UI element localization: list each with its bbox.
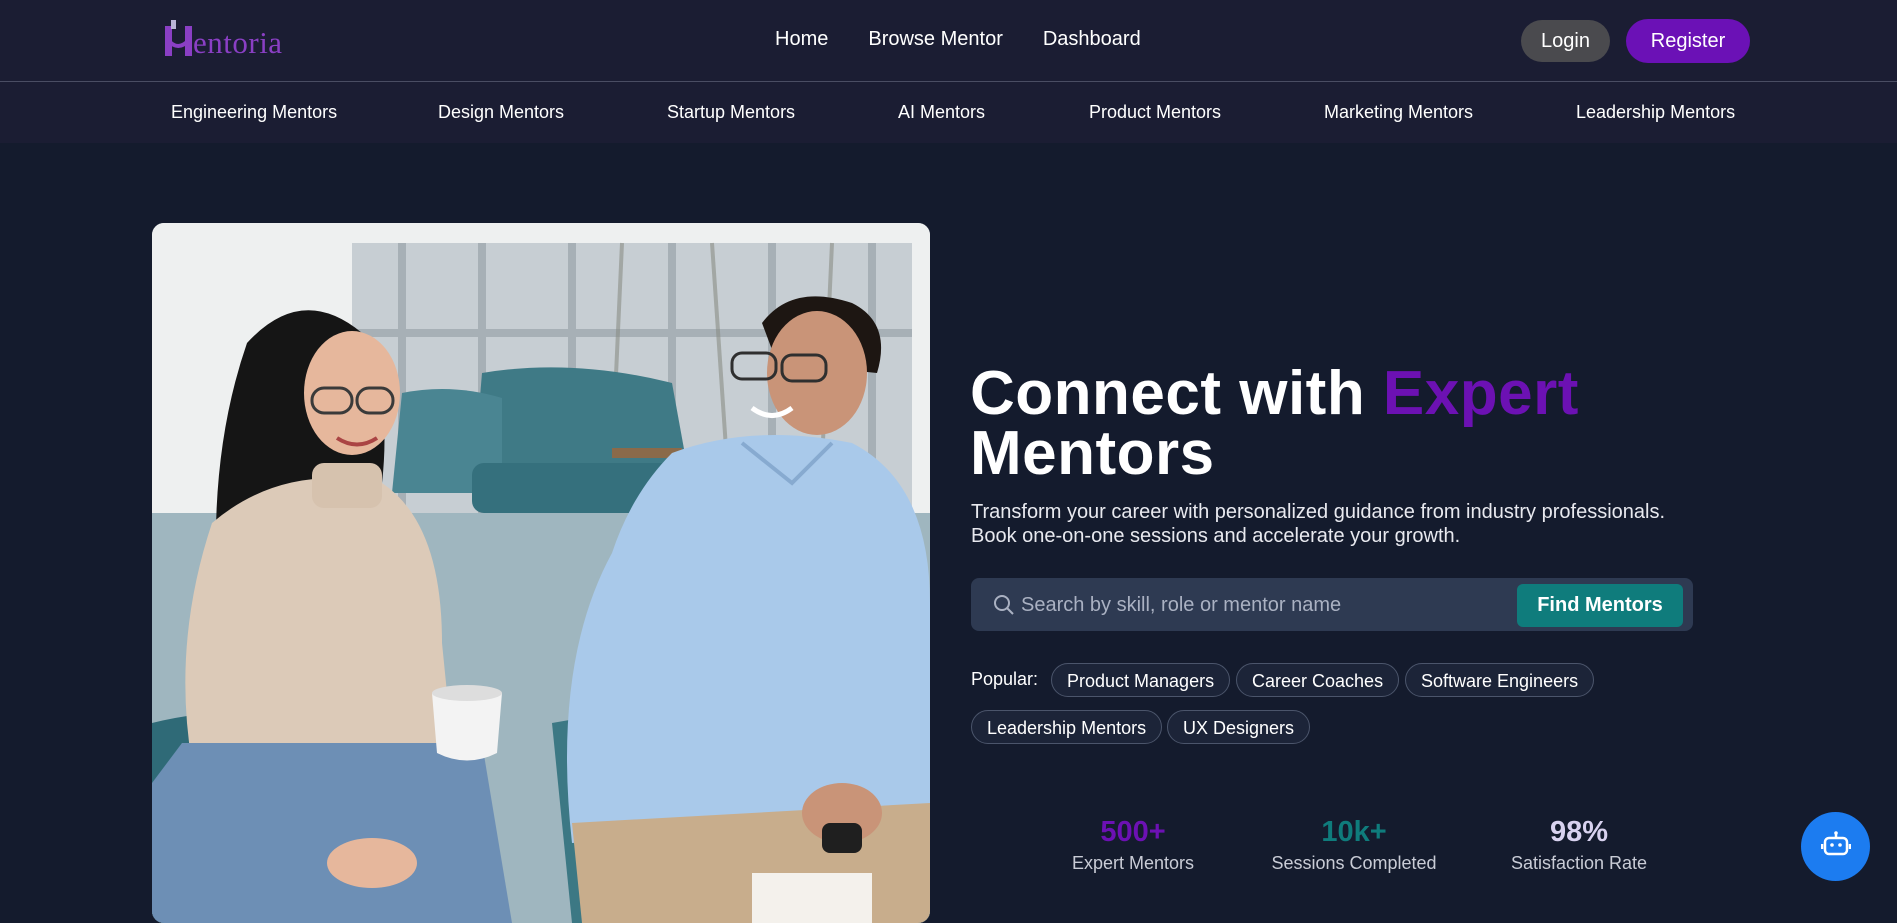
brand-logo[interactable]: entoria [163, 14, 283, 62]
stat-satisfaction-rate: 98% Satisfaction Rate [1505, 816, 1653, 874]
brand-name: entoria [193, 25, 283, 60]
stat-value: 10k+ [1321, 816, 1387, 848]
headline-accent: Expert [1382, 359, 1579, 428]
stat-value: 500+ [1100, 816, 1166, 848]
stat-label: Sessions Completed [1271, 853, 1437, 873]
category-marketing-mentors[interactable]: Marketing Mentors [1324, 102, 1473, 123]
stat-label: Expert Mentors [1071, 853, 1195, 873]
popular-tag-product-managers[interactable]: Product Managers [1051, 663, 1231, 697]
category-product-mentors[interactable]: Product Mentors [1089, 102, 1221, 123]
stat-sessions-completed: 10k+ Sessions Completed [1267, 816, 1441, 874]
search-input[interactable] [1019, 578, 1483, 633]
hero-mentoring-photo [152, 223, 930, 923]
robot-icon [1820, 830, 1851, 863]
nav-browse-mentor-link[interactable]: Browse Mentor [868, 28, 1003, 51]
search-icon [993, 594, 1015, 616]
hero-headline: Connect with Expert Mentors [970, 363, 1690, 485]
category-design-mentors[interactable]: Design Mentors [438, 102, 564, 123]
mentor-search-bar: Find Mentors [971, 578, 1693, 633]
register-button[interactable]: Register [1626, 19, 1750, 63]
top-navbar: entoria Home Browse Mentor Dashboard Log… [0, 0, 1897, 82]
main-nav: Home Browse Mentor Dashboard [775, 28, 1141, 51]
find-mentors-button[interactable]: Find Mentors [1517, 584, 1683, 627]
logo-mark-icon [163, 18, 201, 62]
headline-text-2: Mentors [970, 419, 1215, 488]
stat-label: Satisfaction Rate [1510, 853, 1648, 873]
popular-tag-ux-designers[interactable]: UX Designers [1167, 710, 1311, 744]
category-leadership-mentors[interactable]: Leadership Mentors [1576, 102, 1735, 123]
nav-home-link[interactable]: Home [775, 28, 828, 51]
popular-label: Popular: [971, 669, 1039, 689]
nav-dashboard-link[interactable]: Dashboard [1043, 28, 1141, 51]
headline-text-1: Connect with [970, 359, 1383, 428]
category-bar: Engineering Mentors Design Mentors Start… [0, 82, 1897, 143]
popular-tag-career-coaches[interactable]: Career Coaches [1236, 663, 1400, 697]
category-ai-mentors[interactable]: AI Mentors [898, 102, 985, 123]
hero-subtitle: Transform your career with personalized … [971, 501, 1666, 547]
category-startup-mentors[interactable]: Startup Mentors [667, 102, 795, 123]
popular-tag-leadership-mentors[interactable]: Leadership Mentors [971, 710, 1163, 744]
category-engineering-mentors[interactable]: Engineering Mentors [171, 102, 337, 123]
login-button[interactable]: Login [1521, 20, 1610, 62]
chatbot-button[interactable] [1801, 812, 1870, 881]
stat-expert-mentors: 500+ Expert Mentors [1060, 816, 1206, 874]
popular-tag-software-engineers[interactable]: Software Engineers [1405, 663, 1595, 697]
stat-value: 98% [1549, 816, 1609, 848]
